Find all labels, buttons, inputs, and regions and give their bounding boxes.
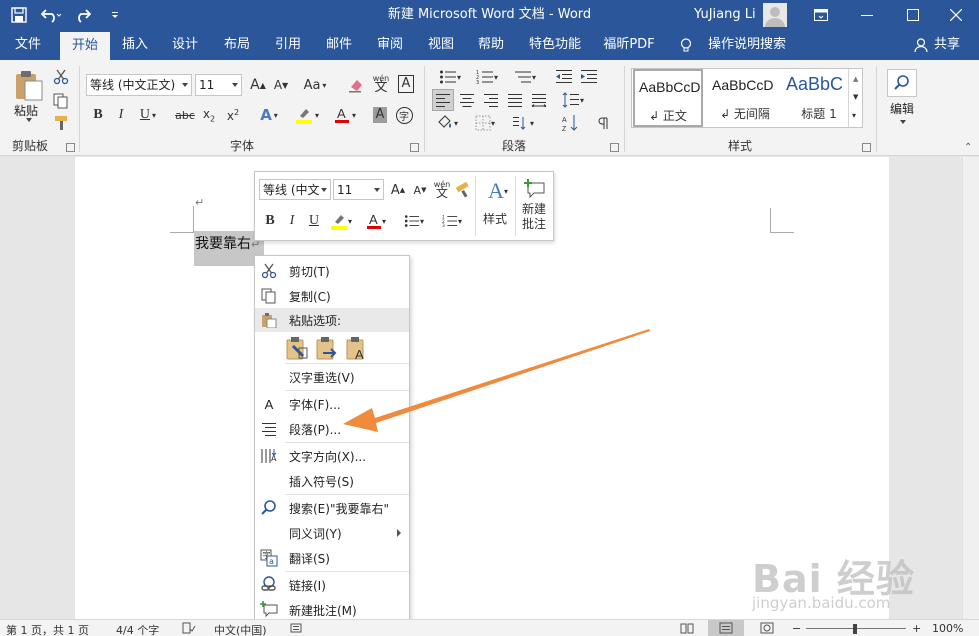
watermark-url: jingyan.baidu.com: [752, 594, 891, 612]
zoom-in-icon[interactable]: +: [912, 622, 921, 635]
macro-recording-icon[interactable]: [290, 622, 302, 636]
print-layout-icon[interactable]: [708, 620, 744, 636]
status-bar: 第 1 页，共 1 页 4/4 个字 中文(中国) − + 100%: [0, 619, 979, 636]
zoom-level[interactable]: 100%: [932, 622, 963, 635]
web-layout-icon[interactable]: [760, 622, 774, 636]
annotation-arrow-icon: [343, 329, 650, 432]
read-mode-icon[interactable]: [680, 622, 694, 636]
page-count[interactable]: 第 1 页，共 1 页: [6, 622, 89, 636]
zoom-out-icon[interactable]: −: [792, 622, 801, 635]
proofing-icon[interactable]: [182, 622, 196, 636]
zoom-slider-thumb[interactable]: [853, 624, 857, 634]
word-count[interactable]: 4/4 个字: [116, 622, 159, 636]
language[interactable]: 中文(中国): [214, 622, 267, 636]
